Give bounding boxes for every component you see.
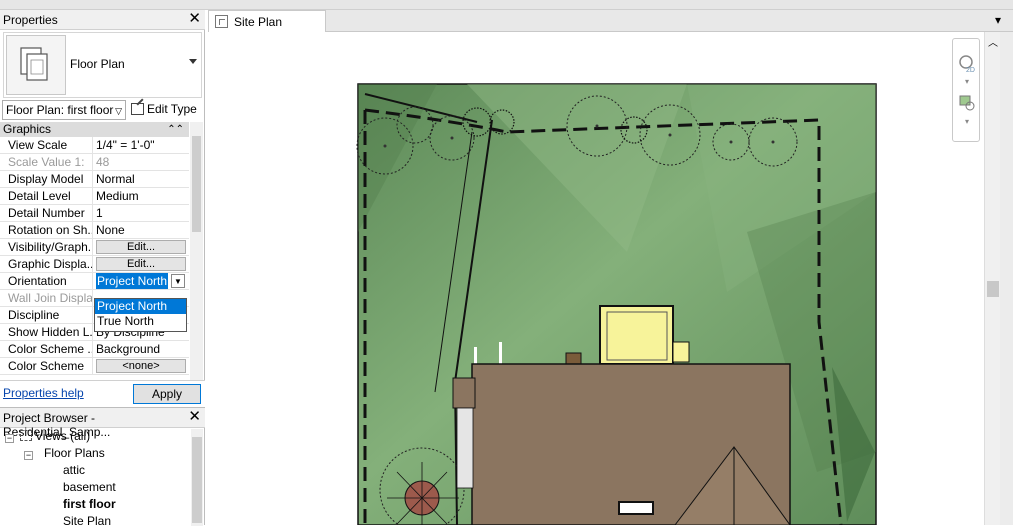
drawing-canvas[interactable] xyxy=(207,32,984,528)
browser-scrollbar[interactable] xyxy=(191,429,203,526)
property-row-view-scale[interactable]: View Scale 1/4" = 1'-0" xyxy=(0,137,189,154)
property-name: Detail Level xyxy=(0,188,93,205)
properties-scrollbar[interactable]: ▼ xyxy=(190,122,203,388)
option-project-north[interactable]: Project North xyxy=(95,299,186,314)
property-row-display-model[interactable]: Display Model Normal xyxy=(0,171,189,188)
scrollbar-thumb[interactable] xyxy=(192,437,202,523)
close-properties-icon[interactable]: ✕ xyxy=(188,11,201,27)
svg-text:2D: 2D xyxy=(966,67,975,73)
color-scheme-button[interactable]: <none> xyxy=(96,359,186,373)
tab-bar: ▾ xyxy=(326,10,1013,32)
apply-button[interactable]: Apply xyxy=(133,384,201,404)
edit-type-icon xyxy=(131,103,144,115)
tree-floor-plans[interactable]: Floor Plans xyxy=(44,446,105,460)
orientation-select-value[interactable]: Project North xyxy=(96,273,169,289)
scroll-up-icon[interactable]: ︿ xyxy=(988,34,998,49)
property-name: View Scale xyxy=(0,137,93,154)
steering-wheel-2d-icon[interactable]: 2D xyxy=(957,53,977,74)
property-row-scale-value: Scale Value 1: 48 xyxy=(0,154,189,171)
tree-site-plan[interactable]: Site Plan xyxy=(63,514,111,528)
property-row-visibility-graphics[interactable]: Visibility/Graph... Edit... xyxy=(0,239,189,256)
tab-site-plan[interactable]: Site Plan xyxy=(208,10,326,32)
instance-selector-label: Floor Plan: first floor xyxy=(6,103,114,117)
chevron-down-icon: ▽ xyxy=(115,106,122,116)
property-name: Scale Value 1: xyxy=(0,154,93,171)
property-value: 48 xyxy=(96,155,110,169)
property-row-color-scheme[interactable]: Color Scheme <none> xyxy=(0,358,189,375)
project-browser-header: Project Browser - Residential_Samp... ✕ xyxy=(0,408,205,439)
scrollbar-thumb[interactable] xyxy=(192,136,201,232)
project-browser: Project Browser - Residential_Samp... ✕ … xyxy=(0,407,205,528)
tab-label: Site Plan xyxy=(234,15,283,29)
orientation-dropdown-list: Project North True North xyxy=(94,298,187,332)
site-plan-drawing xyxy=(356,83,877,528)
edit-type-label: Edit Type xyxy=(147,102,197,116)
property-grid: View Scale 1/4" = 1'-0" Scale Value 1: 4… xyxy=(0,137,189,375)
floor-plan-type-icon xyxy=(6,35,66,95)
graphic-display-edit-button[interactable]: Edit... xyxy=(96,257,186,271)
tree-views-all[interactable]: Views (all) xyxy=(20,429,90,443)
property-name: Show Hidden L... xyxy=(0,324,93,341)
tree-attic[interactable]: attic xyxy=(63,463,85,477)
property-value[interactable]: Background xyxy=(94,341,187,358)
right-edge-panel xyxy=(1000,32,1013,525)
chevron-down-icon[interactable]: ▾ xyxy=(957,117,977,135)
property-name: Graphic Displa... xyxy=(0,256,93,273)
property-row-graphic-display[interactable]: Graphic Displa... Edit... xyxy=(0,256,189,273)
view-vertical-scrollbar[interactable]: ︿ xyxy=(984,32,1000,525)
type-name: Floor Plan xyxy=(70,57,125,71)
graphics-group-label: Graphics xyxy=(3,122,52,136)
property-value[interactable]: 1 xyxy=(94,205,187,222)
property-value[interactable]: None xyxy=(94,222,187,239)
type-dropdown-icon[interactable] xyxy=(189,59,197,64)
collapse-box-icon[interactable]: − xyxy=(24,451,33,460)
property-row-rotation[interactable]: Rotation on Sh... None xyxy=(0,222,189,239)
property-name: Rotation on Sh... xyxy=(0,222,93,239)
property-name: Detail Number xyxy=(0,205,93,222)
title-strip xyxy=(0,0,1013,10)
properties-help-link[interactable]: Properties help xyxy=(3,386,84,400)
property-value[interactable]: Normal xyxy=(94,171,187,188)
collapse-icon[interactable]: ⌃⌃ xyxy=(167,122,184,137)
tab-menu-icon[interactable]: ▾ xyxy=(995,13,1001,27)
properties-title: Properties xyxy=(3,13,58,27)
properties-panel: Properties ✕ Floor Plan Floor Plan: firs… xyxy=(0,10,205,405)
collapse-box-icon[interactable]: − xyxy=(5,434,14,443)
property-name: Color Scheme xyxy=(0,358,93,375)
tree-basement[interactable]: basement xyxy=(63,480,116,494)
property-name: Visibility/Graph... xyxy=(0,239,93,256)
property-name: Color Scheme ... xyxy=(0,341,93,358)
property-row-color-scheme-location[interactable]: Color Scheme ... Background xyxy=(0,341,189,358)
properties-header: Properties ✕ xyxy=(0,10,205,30)
property-name: Display Model xyxy=(0,171,93,188)
property-name: Discipline xyxy=(0,307,93,324)
visibility-edit-button[interactable]: Edit... xyxy=(96,240,186,254)
graphics-group-header[interactable]: Graphics ⌃⌃ xyxy=(0,122,189,137)
scrollbar-thumb[interactable] xyxy=(987,281,999,297)
option-true-north[interactable]: True North xyxy=(95,314,186,329)
chevron-down-icon[interactable]: ▼ xyxy=(171,274,185,288)
property-row-detail-number[interactable]: Detail Number 1 xyxy=(0,205,189,222)
views-icon xyxy=(20,430,32,441)
navigation-bar: 2D ▾ ▾ xyxy=(952,38,980,142)
property-row-orientation[interactable]: Orientation Project North ▼ xyxy=(0,273,189,290)
property-value[interactable]: 1/4" = 1'-0" xyxy=(94,137,187,154)
type-selector[interactable]: Floor Plan xyxy=(3,32,202,98)
edit-type-button[interactable]: Edit Type xyxy=(129,100,203,120)
zoom-region-icon[interactable] xyxy=(957,93,977,111)
property-name: Wall Join Display xyxy=(0,290,93,307)
instance-selector[interactable]: Floor Plan: first floor ▽ xyxy=(2,100,126,120)
tree-first-floor[interactable]: first floor xyxy=(63,497,116,511)
property-row-detail-level[interactable]: Detail Level Medium xyxy=(0,188,189,205)
property-value[interactable]: Medium xyxy=(94,188,187,205)
close-browser-icon[interactable]: ✕ xyxy=(188,409,201,425)
view-tab-icon xyxy=(215,15,228,28)
property-name: Orientation xyxy=(0,273,93,290)
